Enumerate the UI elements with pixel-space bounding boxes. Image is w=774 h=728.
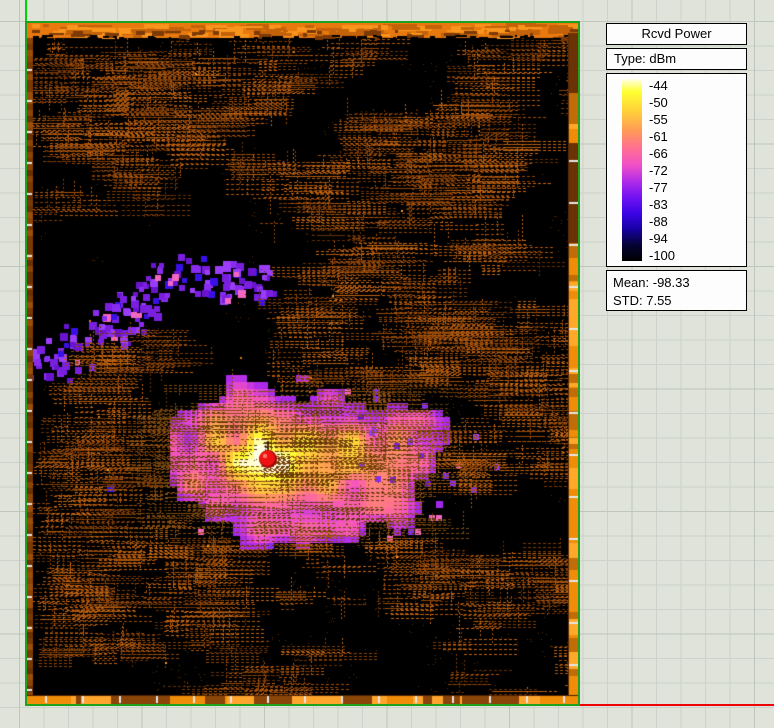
- colorbar-tick-labels: -44 -50 -55 -61 -66 -72 -77 -83 -88 -94 -100: [649, 78, 709, 263]
- colorbar-tick-label: -100: [649, 248, 709, 263]
- coverage-map-viewport[interactable]: [25, 21, 580, 706]
- colorbar-tick-label: -44: [649, 78, 709, 93]
- legend-panel: Rcvd Power Type: dBm -44-50-55-61-66-72-…: [606, 23, 747, 314]
- legend-type-label: Type: dBm: [606, 48, 747, 70]
- colorbar-tick-label: -50: [649, 95, 709, 110]
- colorbar-tick-label: -77: [649, 180, 709, 195]
- colorbar-tick-label: -88: [649, 214, 709, 229]
- legend-title: Rcvd Power: [606, 23, 747, 45]
- colorbar-gradient: [622, 79, 642, 261]
- legend-color-scale: -44 -50 -55 -61 -66 -72 -77 -83 -88 -94 -100: [606, 73, 747, 267]
- colorbar-tick-label: -61: [649, 129, 709, 144]
- received-power-heatmap: [27, 23, 578, 704]
- colorbar-tick-label: -72: [649, 163, 709, 178]
- legend-statistics: Mean: -98.33 STD: 7.55: [606, 270, 747, 311]
- workspace: Rcvd Power Type: dBm -44-50-55-61-66-72-…: [0, 0, 774, 728]
- mean-value: Mean: -98.33: [613, 274, 746, 292]
- std-value: STD: 7.55: [613, 292, 746, 310]
- colorbar-tick-label: -55: [649, 112, 709, 127]
- colorbar-tick-label: -94: [649, 231, 709, 246]
- colorbar-tick-label: -83: [649, 197, 709, 212]
- colorbar-tick-label: -66: [649, 146, 709, 161]
